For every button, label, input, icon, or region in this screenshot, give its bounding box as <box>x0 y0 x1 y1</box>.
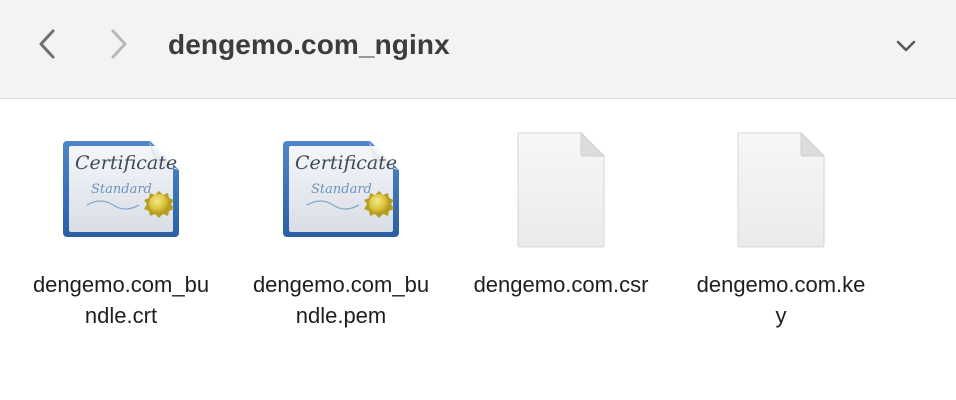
file-name-line: ndle.pem <box>295 303 387 328</box>
file-name-line: ndle.crt <box>84 303 158 328</box>
svg-text:Certificate: Certificate <box>75 152 177 174</box>
chevron-down-icon <box>896 40 916 52</box>
file-name: dengemo.com_bu ndle.pem <box>231 269 451 331</box>
file-name: dengemo.com.ke y <box>671 269 891 331</box>
file-name: dengemo.com_bu ndle.crt <box>11 269 231 331</box>
certificate-icon: Certificate Standard <box>283 140 399 237</box>
file-name-line: dengemo.com_bu <box>32 272 210 297</box>
toolbar: dengemo.com_nginx <box>0 0 956 99</box>
file-name-line: dengemo.com_bu <box>252 272 430 297</box>
svg-text:Certificate: Certificate <box>295 152 397 174</box>
blank-document-icon <box>737 131 826 248</box>
forward-button[interactable] <box>101 26 137 62</box>
finder-window: dengemo.com_nginx Certificate Standard d… <box>0 0 956 400</box>
file-name-line: dengemo.com.csr <box>473 272 649 297</box>
file-grid: Certificate Standard dengemo.com_bu ndle… <box>0 99 956 400</box>
file-name-line: dengemo.com.ke <box>696 272 866 297</box>
blank-document-icon <box>517 131 606 248</box>
svg-text:Standard: Standard <box>91 182 152 197</box>
chevron-right-icon <box>111 29 127 59</box>
view-options-button[interactable] <box>888 30 924 62</box>
chevron-left-icon <box>39 29 55 59</box>
window-title: dengemo.com_nginx <box>168 29 450 60</box>
svg-text:Standard: Standard <box>311 182 372 197</box>
back-button[interactable] <box>29 26 65 62</box>
file-name: dengemo.com.csr <box>451 269 671 300</box>
certificate-icon: Certificate Standard <box>63 140 179 237</box>
file-name-line: y <box>775 303 787 328</box>
